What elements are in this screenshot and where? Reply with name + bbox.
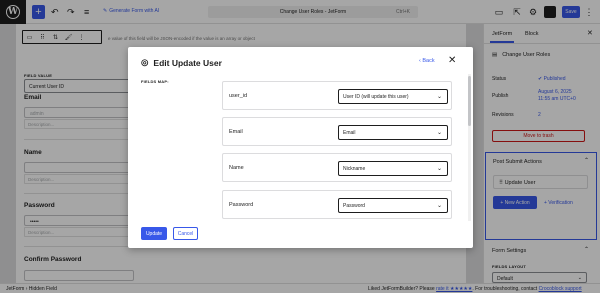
- map-select-password[interactable]: Password ⌄: [338, 198, 448, 213]
- update-button[interactable]: Update: [141, 227, 167, 240]
- chevron-down-icon: ⌄: [436, 94, 442, 100]
- map-row-password: Password Password ⌄: [222, 190, 452, 219]
- map-row-email: Email Email ⌄: [222, 117, 452, 146]
- fields-map-list[interactable]: user_id User ID (will update this user) ⌄…: [219, 74, 468, 221]
- map-row-name: Name Nickname ⌄: [222, 153, 452, 182]
- modal-title: ◎ Edit Update User: [141, 57, 222, 68]
- back-link[interactable]: ‹ Back: [419, 58, 435, 64]
- fields-map-label: FIELDS MAP:: [141, 79, 169, 84]
- map-row-user-id: user_id User ID (will update this user) ⌄: [222, 81, 452, 110]
- chevron-down-icon: ⌄: [436, 130, 442, 136]
- modal-overlay[interactable]: ◎ Edit Update User ‹ Back ✕ FIELDS MAP: …: [0, 0, 600, 293]
- modal-scrollbar[interactable]: [468, 74, 471, 221]
- jetform-logo-icon: ◎: [141, 57, 149, 67]
- scrollbar-thumb[interactable]: [468, 76, 471, 126]
- chevron-down-icon: ⌄: [436, 203, 442, 209]
- close-icon[interactable]: ✕: [448, 55, 456, 66]
- cancel-button[interactable]: Cancel: [173, 227, 198, 240]
- map-select-name[interactable]: Nickname ⌄: [338, 161, 448, 176]
- map-select-user-id[interactable]: User ID (will update this user) ⌄: [338, 89, 448, 104]
- chevron-down-icon: ⌄: [436, 166, 442, 172]
- map-select-email[interactable]: Email ⌄: [338, 125, 448, 140]
- edit-update-user-modal: ◎ Edit Update User ‹ Back ✕ FIELDS MAP: …: [128, 47, 473, 248]
